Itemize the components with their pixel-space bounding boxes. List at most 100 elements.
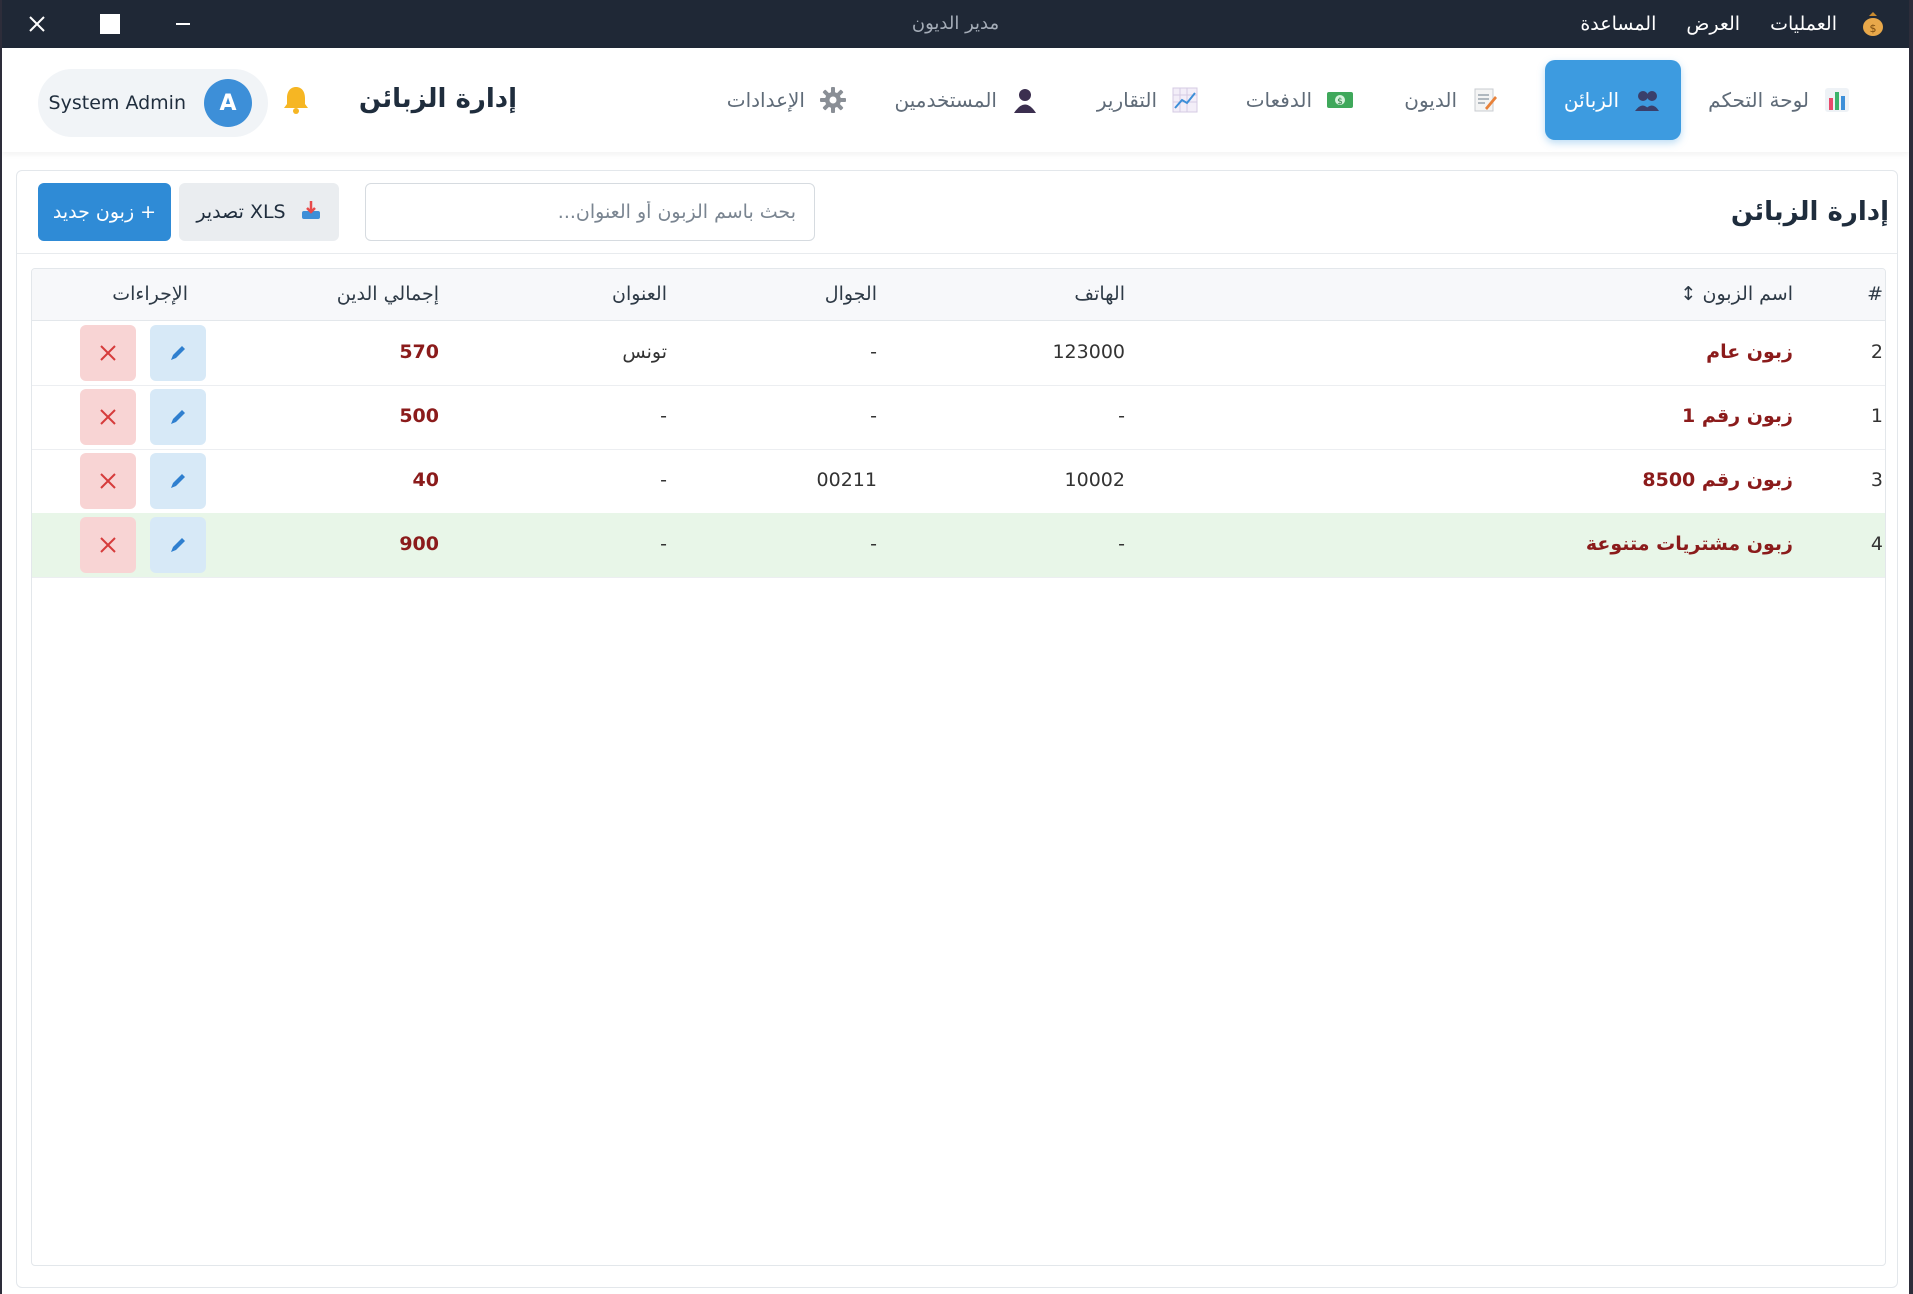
header-total-debt: إجمالي الدين (336, 283, 439, 305)
user-name: System Admin (48, 92, 186, 114)
cell-name: زبون مشتريات متنوعة (1585, 533, 1793, 555)
close-icon (100, 409, 116, 425)
customers-table: # اسم الزبون ↕ الهاتف الجوال العنوان إجم… (31, 268, 1886, 1266)
cell-address: - (660, 405, 667, 427)
customers-panel: إدارة الزبائن تصدير XLS + زبون جديد # اس… (16, 170, 1898, 1288)
close-icon (100, 473, 116, 489)
cell-index: 2 (1870, 341, 1883, 363)
delete-button[interactable] (80, 325, 136, 381)
nav-label-payments: الدفعات (1245, 88, 1312, 112)
window-controls (22, 0, 241, 48)
cell-total-debt: 570 (399, 341, 439, 363)
cell-phone: 10002 (1064, 469, 1125, 491)
table-row-selected[interactable]: 4 زبون مشتريات متنوعة - - - 900 (32, 513, 1885, 578)
menu-bar: العمليات العرض المساعدة (1580, 0, 1837, 48)
menu-operations[interactable]: العمليات (1770, 13, 1837, 35)
cell-total-debt: 500 (399, 405, 439, 427)
pencil-icon (171, 538, 185, 552)
header-address: العنوان (611, 283, 667, 305)
nav-label-settings: الإعدادات (726, 88, 805, 112)
nav-item-payments[interactable]: $ الدفعات (1226, 60, 1374, 140)
cell-total-debt: 900 (399, 533, 439, 555)
table-header: # اسم الزبون ↕ الهاتف الجوال العنوان إجم… (32, 269, 1885, 321)
cell-mobile: 00211 (816, 469, 877, 491)
users-icon (1633, 86, 1661, 114)
header-mobile: الجوال (824, 283, 877, 305)
app-window: $ العمليات العرض المساعدة مدير الديون لو… (2, 0, 1909, 1294)
memo-icon (1471, 86, 1499, 114)
cell-index: 3 (1870, 469, 1883, 491)
export-button-label: تصدير XLS (196, 201, 286, 223)
bar-chart-icon (1823, 86, 1851, 114)
cell-address: تونس (622, 341, 667, 363)
maximize-icon[interactable] (95, 9, 125, 39)
user-chip[interactable]: System Admin A (38, 69, 268, 137)
svg-text:$: $ (1337, 97, 1343, 107)
pencil-icon (171, 410, 185, 424)
nav-label-users: المستخدمين (894, 88, 997, 112)
cell-total-debt: 40 (412, 469, 439, 491)
user-icon (1011, 86, 1039, 114)
page-heading: إدارة الزبائن (358, 84, 517, 114)
delete-button[interactable] (80, 453, 136, 509)
delete-button[interactable] (80, 517, 136, 573)
export-xls-button[interactable]: تصدير XLS (179, 183, 339, 241)
nav-label-dashboard: لوحة التحكم (1708, 88, 1809, 112)
edit-button[interactable] (150, 517, 206, 573)
header-actions: الإجراءات (112, 283, 188, 305)
divider (17, 253, 1897, 254)
header-index: # (1867, 283, 1883, 305)
money-bag-icon: $ (1859, 10, 1887, 38)
nav-label-customers: الزبائن (1563, 88, 1619, 112)
nav-bar: لوحة التحكم الزبائن الديون $ الدفعات الت… (2, 48, 1909, 152)
edit-button[interactable] (150, 389, 206, 445)
nav-item-users[interactable]: المستخدمين (875, 60, 1059, 140)
money-icon: $ (1326, 86, 1354, 114)
cell-address: - (660, 533, 667, 555)
nav-item-customers[interactable]: الزبائن (1545, 60, 1681, 140)
header-name[interactable]: اسم الزبون ↕ (1681, 283, 1793, 305)
table-row[interactable]: 3 زبون رقم 8500 10002 00211 - 40 (32, 449, 1885, 514)
nav-label-reports: التقارير (1096, 88, 1157, 112)
header-phone: الهاتف (1074, 283, 1125, 305)
cell-phone: - (1118, 405, 1125, 427)
menu-help[interactable]: المساعدة (1580, 13, 1656, 35)
table-row[interactable]: 2 زبون عام 123000 - تونس 570 (32, 321, 1885, 386)
title-bar: $ العمليات العرض المساعدة مدير الديون (2, 0, 1909, 48)
bell-icon[interactable] (280, 84, 312, 116)
cell-mobile: - (870, 533, 877, 555)
edit-button[interactable] (150, 453, 206, 509)
close-icon (100, 345, 116, 361)
trend-chart-icon (1171, 86, 1199, 114)
cell-name: زبون عام (1706, 341, 1793, 363)
svg-text:$: $ (1870, 22, 1877, 35)
nav-label-debts: الديون (1404, 88, 1457, 112)
edit-button[interactable] (150, 325, 206, 381)
pencil-icon (171, 474, 185, 488)
cell-phone: 123000 (1052, 341, 1125, 363)
table-row[interactable]: 1 زبون رقم 1 - - - 500 (32, 385, 1885, 450)
pencil-icon (171, 346, 185, 360)
cell-name: زبون رقم 8500 (1642, 469, 1793, 491)
cell-name: زبون رقم 1 (1682, 405, 1793, 427)
gear-icon (819, 86, 847, 114)
nav-item-reports[interactable]: التقارير (1077, 60, 1219, 140)
nav-item-debts[interactable]: الديون (1384, 60, 1519, 140)
cell-mobile: - (870, 341, 877, 363)
download-tray-icon (300, 199, 322, 226)
cell-index: 4 (1870, 533, 1883, 555)
cell-phone: - (1118, 533, 1125, 555)
menu-view[interactable]: العرض (1686, 13, 1740, 35)
nav-item-dashboard[interactable]: لوحة التحكم (1688, 60, 1871, 140)
new-customer-button[interactable]: + زبون جديد (38, 183, 171, 241)
avatar: A (204, 79, 252, 127)
minimize-icon[interactable] (168, 9, 198, 39)
section-title: إدارة الزبائن (1730, 197, 1889, 227)
close-icon[interactable] (22, 9, 52, 39)
nav-item-settings[interactable]: الإعدادات (707, 60, 867, 140)
search-input[interactable] (365, 183, 815, 241)
cell-address: - (660, 469, 667, 491)
delete-button[interactable] (80, 389, 136, 445)
close-icon (100, 537, 116, 553)
cell-index: 1 (1870, 405, 1883, 427)
